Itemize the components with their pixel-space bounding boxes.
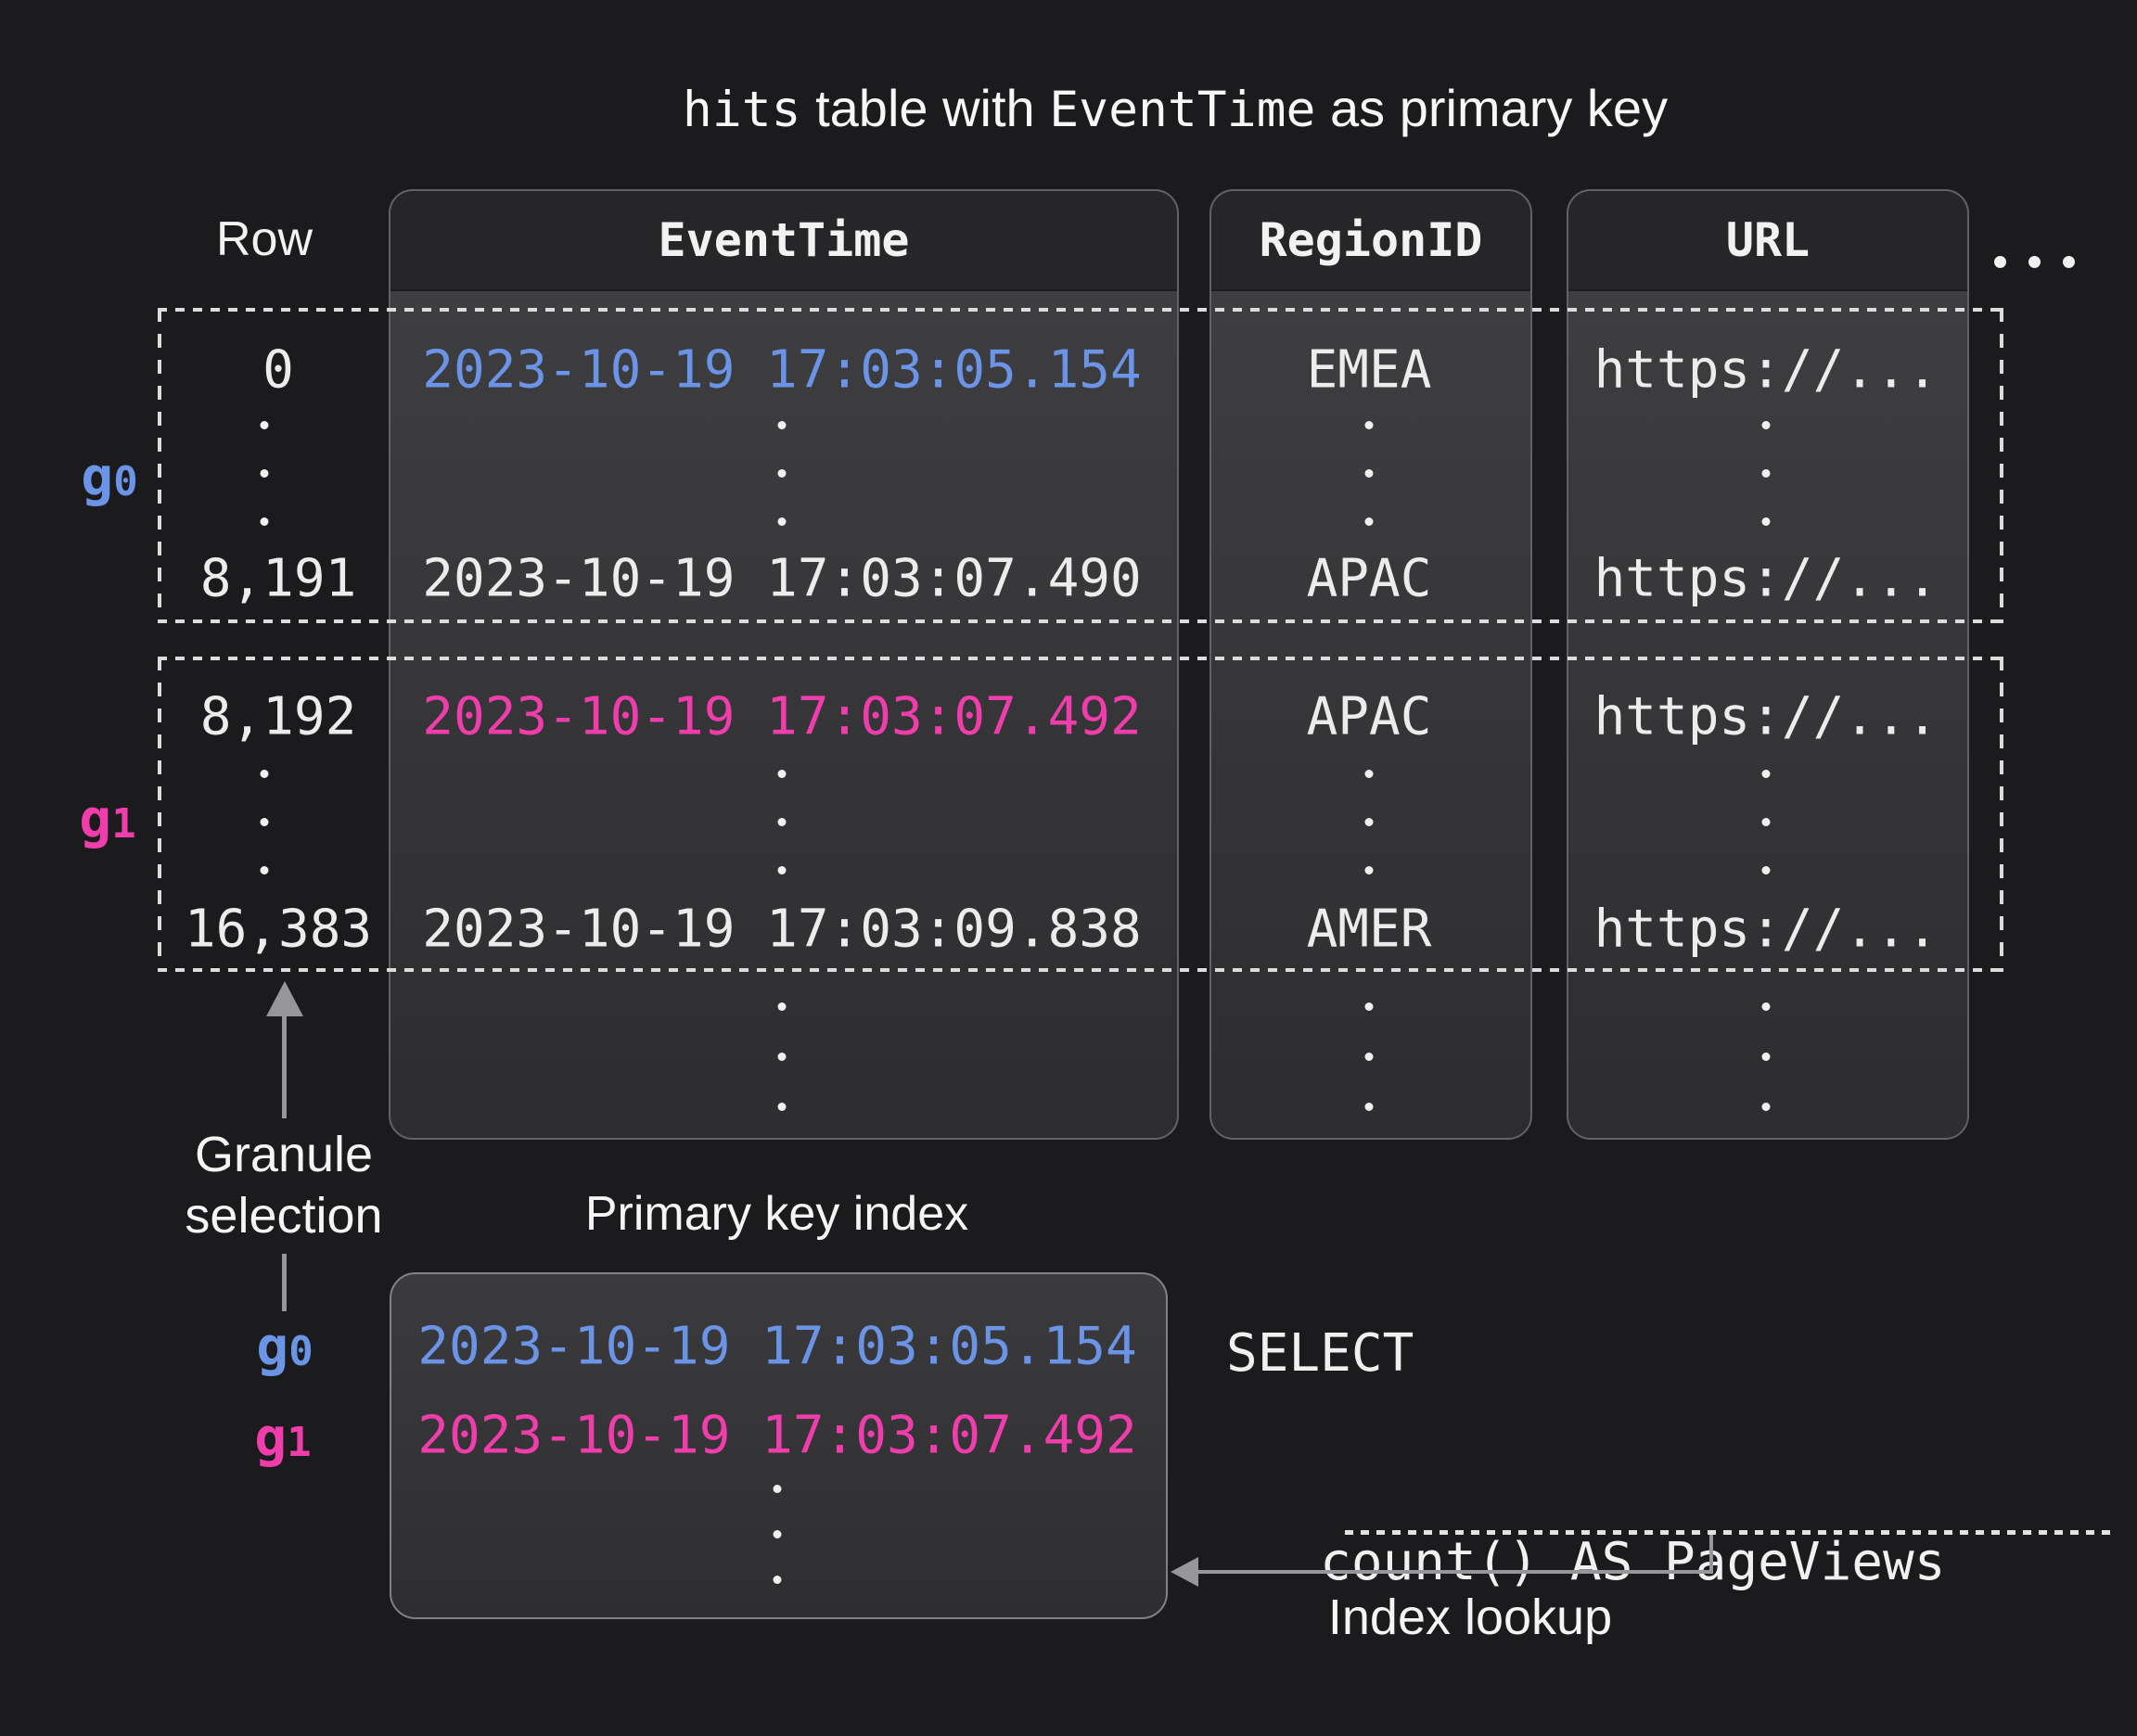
title-text-2: as primary key [1315,79,1668,137]
g1-url-ellipsis-icon [1762,770,1771,874]
g1-last-eventtime: 2023-10-19 17:03:09.838 [422,900,1141,960]
column-header-url: URL [1568,191,1967,291]
g0-first-region: EMEA [1307,340,1432,401]
eventtime-more-rows-ellipsis-icon [778,1002,787,1111]
pk-index-label-g1: g1 [254,1406,311,1469]
region-more-rows-ellipsis-icon [1365,1002,1374,1111]
g0-row-ellipsis-icon [261,421,269,526]
granule-selection-arrowhead-icon [266,981,303,1016]
diagram-canvas: hits table with EventTime as primary key… [0,0,2137,1736]
g1-eventtime-ellipsis-icon [778,770,787,874]
url-more-rows-ellipsis-icon [1762,1002,1771,1111]
g0-first-eventtime: 2023-10-19 17:03:05.154 [422,340,1141,401]
g1-last-url: https://... [1594,900,1939,960]
g1-last-row-number: 16,383 [185,900,372,960]
pk-index-label-g0: g0 [256,1315,313,1378]
g1-first-region: APAC [1307,687,1432,747]
g0-last-url: https://... [1594,549,1939,609]
sql-line-count: count() AS PageViews [1226,1527,2070,1597]
granule-selection-arrow-shaft-upper [282,1015,287,1118]
g0-first-row-number: 0 [262,340,294,401]
g0-eventtime-ellipsis-icon [778,421,787,526]
pk-index-entry-g1: 2023-10-19 17:03:07.492 [417,1406,1136,1466]
index-lookup-arrowhead-icon [1171,1557,1198,1587]
g1-region-ellipsis-icon [1365,770,1374,874]
row-column-header: Row [172,211,357,267]
g0-region-ellipsis-icon [1365,421,1374,526]
g1-first-eventtime: 2023-10-19 17:03:07.492 [422,687,1141,747]
g0-last-region: APAC [1307,549,1432,609]
g1-first-row-number: 8,192 [200,687,357,747]
g1-last-region: AMER [1307,900,1432,960]
g0-url-ellipsis-icon [1762,421,1771,526]
granule-selection-arrow-shaft-lower [282,1254,287,1311]
granule-label-g1: g1 [79,787,135,850]
g0-first-url: https://... [1594,340,1939,401]
title-code-eventtime: EventTime [1049,82,1315,138]
column-header-regionid: RegionID [1211,191,1530,291]
index-lookup-label: Index lookup [1285,1589,1656,1646]
predicate-underline [1345,1530,2115,1535]
diagram-title: hits table with EventTime as primary key [107,78,2137,138]
index-lookup-connector-horizontal [1198,1570,1713,1574]
g1-first-url: https://... [1594,687,1939,747]
g1-row-ellipsis-icon [261,770,269,874]
title-code-hits: hits [683,82,801,138]
pk-index-ellipsis-icon [774,1485,782,1584]
primary-key-index-title: Primary key index [390,1186,1164,1242]
g0-last-row-number: 8,191 [200,549,357,609]
index-lookup-connector-vertical [1709,1535,1713,1572]
granule-label-g0: g0 [81,445,137,508]
column-header-eventtime: EventTime [390,191,1177,291]
g0-last-eventtime: 2023-10-19 17:03:07.490 [422,549,1141,609]
pk-index-entry-g0: 2023-10-19 17:03:05.154 [417,1317,1136,1377]
sql-line-select: SELECT [1226,1319,2070,1388]
more-columns-ellipsis-icon [1994,256,2075,268]
title-text-1: table with [801,79,1050,137]
sql-query: SELECT count() AS PageViews FROM hits WH… [1226,1180,2070,1736]
